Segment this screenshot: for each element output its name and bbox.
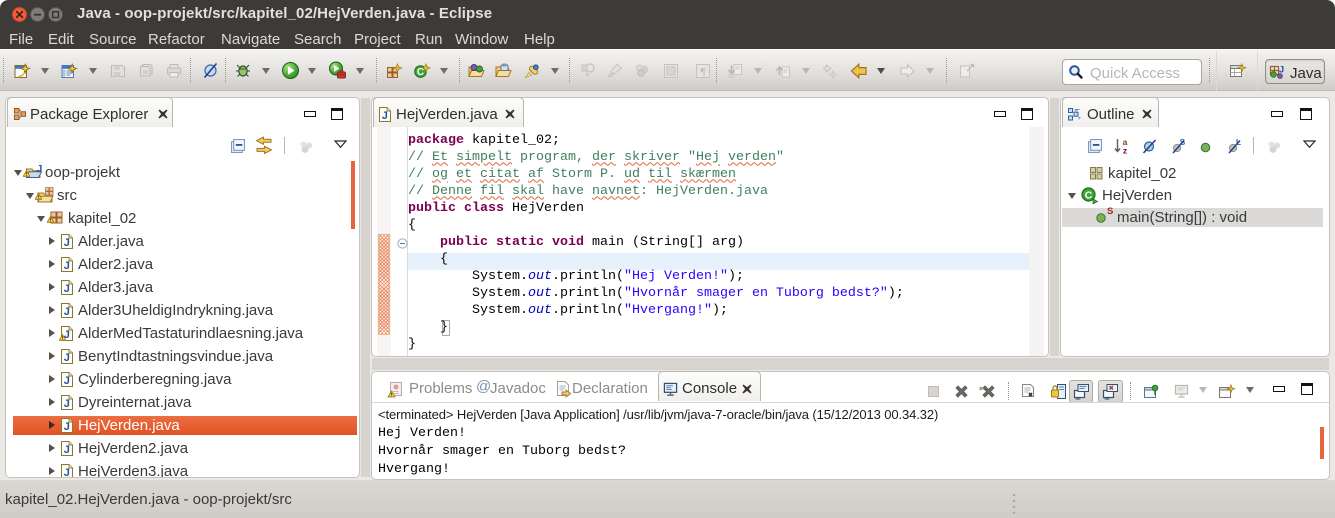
svg-text:z: z <box>1123 146 1127 156</box>
svg-text:C: C <box>1085 189 1093 201</box>
svg-text:C: C <box>417 67 424 78</box>
svg-text:¶: ¶ <box>701 66 706 78</box>
svg-text:J: J <box>37 164 43 175</box>
